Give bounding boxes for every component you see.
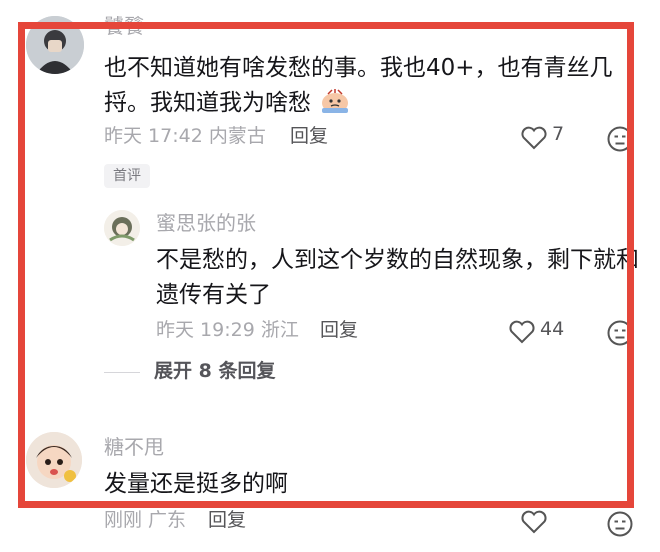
heart-icon[interactable] (520, 510, 548, 538)
username[interactable]: 糖不甩 (104, 434, 164, 460)
comment-meta: 刚刚 广东 (104, 509, 187, 531)
dislike-face-icon[interactable] (606, 125, 634, 157)
reply-button[interactable]: 回复 (320, 318, 358, 342)
comment-meta: 昨天 17:42 内蒙古 (104, 125, 266, 147)
like-count: 44 (540, 318, 565, 340)
comment-text-line: 发量还是挺多的啊 (104, 471, 288, 497)
avatar[interactable] (26, 432, 82, 488)
comment-text-line: 捋。我知道我为啥愁 (104, 87, 350, 119)
expand-replies-button[interactable]: 展开 8 条回复 (154, 358, 275, 384)
heart-icon[interactable] (520, 126, 548, 154)
comment-text-line: 不是愁的，人到这个岁数的自然现象，剩下就和 (156, 247, 639, 273)
worried-emoji-icon (322, 89, 349, 113)
avatar[interactable] (104, 210, 140, 246)
dislike-face-icon[interactable] (606, 510, 634, 542)
dislike-face-icon[interactable] (606, 319, 634, 351)
expand-divider (104, 372, 140, 373)
username[interactable]: 蜜思张的张 (156, 210, 256, 236)
heart-icon[interactable] (508, 320, 536, 348)
like-count: 7 (552, 123, 565, 145)
comment-text-line: 遗传有关了 (156, 282, 271, 308)
username[interactable]: 饕餮 (104, 14, 144, 38)
avatar[interactable] (26, 16, 84, 74)
first-comment-badge: 首评 (104, 164, 150, 188)
comment-text-line: 也不知道她有啥发愁的事。我也40+，也有青丝几 (104, 55, 613, 81)
comment-text-line-2: 捋。我知道我为啥愁 (104, 90, 311, 116)
reply-button[interactable]: 回复 (208, 508, 246, 532)
reply-button[interactable]: 回复 (290, 124, 328, 148)
comment-meta: 昨天 19:29 浙江 (156, 319, 299, 341)
